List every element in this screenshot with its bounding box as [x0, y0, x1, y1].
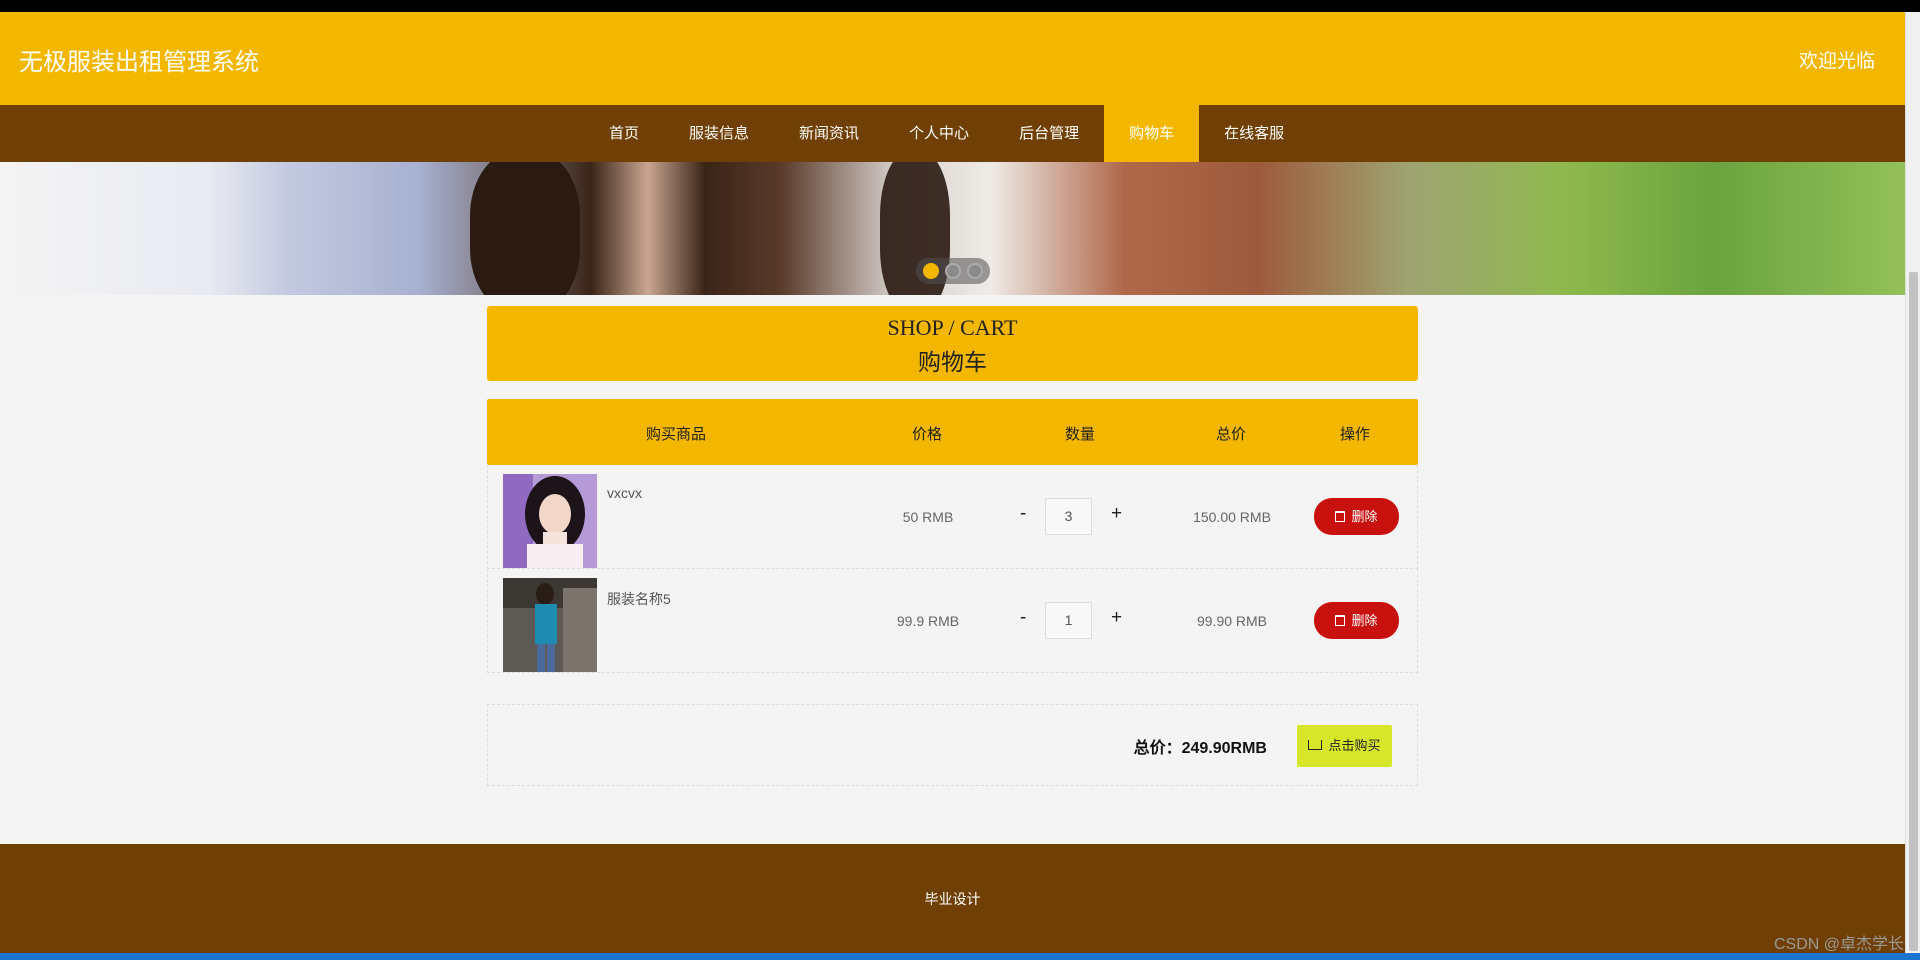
- shop-cart-title: SHOP / CART 购物车: [487, 306, 1418, 381]
- nav-item-online-service[interactable]: 在线客服: [1199, 105, 1309, 162]
- welcome-text: 欢迎光临: [1798, 51, 1875, 72]
- quantity-input[interactable]: 3: [1045, 498, 1092, 535]
- column-product: 购买商品: [645, 426, 707, 443]
- main-nav: 首页 服装信息 新闻资讯 个人中心 后台管理 购物车 在线客服: [0, 105, 1905, 162]
- delete-button[interactable]: 删除: [1314, 498, 1399, 535]
- site-title[interactable]: 无极服装出租管理系统: [19, 42, 259, 77]
- taskbar-edge: [0, 953, 1920, 960]
- buy-button-label: 点击购买: [1328, 738, 1381, 753]
- nav-item-admin[interactable]: 后台管理: [994, 105, 1104, 162]
- increase-qty-button[interactable]: +: [1111, 607, 1122, 629]
- product-price: 50 RMB: [902, 509, 954, 525]
- carousel-dot-2[interactable]: [945, 263, 961, 279]
- delete-button-label: 删除: [1351, 613, 1378, 628]
- total-price: 总价：249.90RMB: [1133, 740, 1267, 757]
- cart-table-header: 购买商品 价格 数量 总价 操作: [487, 399, 1418, 465]
- banner-carousel: [0, 162, 1905, 295]
- column-quantity: 数量: [1064, 426, 1096, 443]
- vertical-scrollbar[interactable]: [1905, 12, 1920, 953]
- delete-button-label: 删除: [1351, 509, 1378, 524]
- shopping-cart-icon: [1308, 740, 1323, 750]
- column-subtotal: 总价: [1215, 426, 1247, 443]
- product-name[interactable]: vxcvx: [607, 485, 642, 501]
- carousel-dot-1[interactable]: [923, 263, 939, 279]
- cart-row: 服装名称5 99.9 RMB - 1 + 99.90 RMB 删除: [487, 569, 1418, 673]
- buy-button[interactable]: 点击购买: [1297, 725, 1392, 767]
- watermark: CSDN @卓杰学长: [1773, 936, 1904, 953]
- product-name[interactable]: 服装名称5: [607, 589, 671, 609]
- cart-row: vxcvx 50 RMB - 3 + 150.00 RMB 删除: [487, 465, 1418, 569]
- banner-image: [470, 162, 580, 295]
- trash-icon: [1335, 615, 1346, 626]
- nav-item-clothing-info[interactable]: 服装信息: [664, 105, 774, 162]
- footer: 毕业设计: [0, 844, 1905, 953]
- header: 无极服装出租管理系统 欢迎光临: [0, 12, 1905, 105]
- column-price: 价格: [911, 426, 943, 443]
- page: 无极服装出租管理系统 欢迎光临 首页 服装信息 新闻资讯 个人中心 后台管理 购…: [0, 12, 1905, 953]
- quantity-input[interactable]: 1: [1045, 602, 1092, 639]
- cart-table: 购买商品 价格 数量 总价 操作 vxcvx 50 RMB - 3 + 150.…: [487, 399, 1418, 673]
- product-thumbnail[interactable]: [503, 474, 597, 568]
- carousel-indicators: [916, 258, 990, 284]
- shop-cart-title-en: SHOP / CART: [887, 315, 1018, 340]
- shop-cart-title-cn: 购物车: [918, 350, 987, 375]
- footer-text: 毕业设计: [924, 891, 981, 907]
- trash-icon: [1335, 511, 1346, 522]
- scrollbar-thumb[interactable]: [1909, 272, 1918, 951]
- carousel-dot-3[interactable]: [967, 263, 983, 279]
- product-thumbnail[interactable]: [503, 578, 597, 672]
- cart-total-box: 总价：249.90RMB 点击购买: [487, 704, 1418, 786]
- row-subtotal: 150.00 RMB: [1193, 509, 1271, 525]
- nav-item-cart[interactable]: 购物车: [1104, 105, 1200, 162]
- decrease-qty-button[interactable]: -: [1020, 503, 1026, 525]
- nav-item-news[interactable]: 新闻资讯: [774, 105, 884, 162]
- increase-qty-button[interactable]: +: [1111, 503, 1122, 525]
- column-action: 操作: [1339, 426, 1371, 443]
- row-subtotal: 99.90 RMB: [1196, 613, 1268, 629]
- decrease-qty-button[interactable]: -: [1020, 607, 1026, 629]
- nav-item-personal-center[interactable]: 个人中心: [884, 105, 994, 162]
- delete-button[interactable]: 删除: [1314, 602, 1399, 639]
- nav-item-home[interactable]: 首页: [584, 105, 664, 162]
- product-price: 99.9 RMB: [896, 613, 960, 629]
